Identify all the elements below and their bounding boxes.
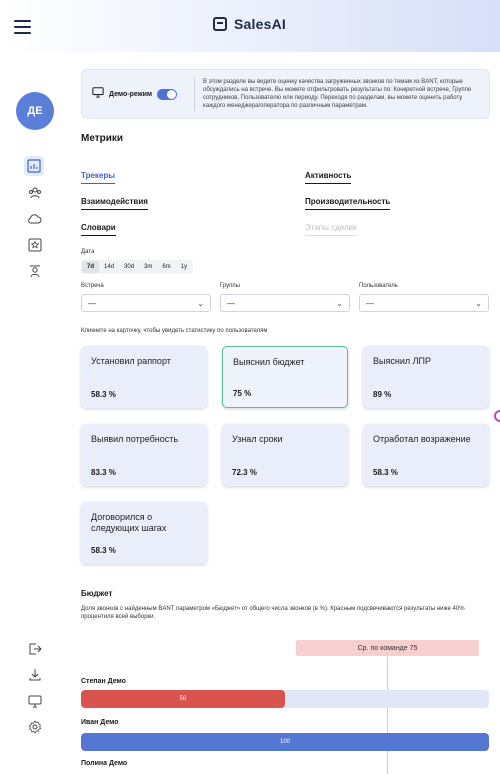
meeting-select-value: —	[88, 298, 96, 308]
card-title: Договорился о следующих шагах	[91, 512, 167, 533]
app: SalesAI ДЕ Демо-режим В этом разделе вы …	[0, 0, 500, 774]
sidebar-item-favorites[interactable]	[26, 236, 44, 254]
card-value: 83.3 %	[91, 468, 116, 477]
gear-icon	[28, 720, 42, 734]
metric-card-need[interactable]: Выявил потребность 83.3 %	[81, 424, 207, 486]
top-bar: SalesAI	[0, 0, 500, 52]
metric-card-rapport[interactable]: Установил раппорт 58.3 %	[81, 346, 207, 408]
tab-trackers[interactable]: Трекеры	[81, 171, 116, 184]
card-value: 58.3 %	[91, 390, 116, 399]
budget-description: Доля звонков с найденным BANT параметром…	[81, 606, 465, 620]
person-name: Степан Демо	[81, 678, 126, 685]
tab-dictionaries[interactable]: Словари	[81, 223, 116, 236]
date-chip-14d[interactable]: 14d	[99, 261, 119, 273]
person-name: Иван Демо	[81, 719, 119, 726]
card-value: 58.3 %	[373, 468, 398, 477]
tab-activity[interactable]: Активность	[305, 171, 352, 184]
card-title: Установил раппорт	[91, 356, 171, 366]
user-select[interactable]: — ⌄	[359, 294, 489, 312]
sidebar-item-profile[interactable]	[26, 262, 44, 280]
chevron-down-icon: ⌄	[475, 298, 482, 308]
date-chip-1y[interactable]: 1y	[176, 261, 192, 273]
budget-title: Бюджет	[81, 589, 113, 598]
sidebar-item-download[interactable]	[26, 666, 44, 684]
date-chip-7d[interactable]: 7d	[82, 261, 100, 273]
star-box-icon	[28, 238, 42, 252]
monitor-icon	[92, 85, 104, 103]
card-title: Узнал сроки	[232, 434, 283, 444]
download-icon	[29, 669, 41, 681]
person-name: Полина Демо	[81, 760, 128, 767]
avatar[interactable]: ДЕ	[16, 92, 54, 130]
sidebar-item-metrics[interactable]	[24, 156, 44, 176]
logo-text: SalesAI	[234, 16, 286, 32]
info-text: В этом разделе вы видите оценку качества…	[203, 79, 472, 109]
demo-mode-label: Демо-режим	[109, 90, 153, 98]
sidebar-item-settings[interactable]	[26, 718, 44, 736]
tab-deal-stages: Этапы сделки	[305, 223, 357, 236]
cards-hint: Кликните на карточку, чтобы увидеть стат…	[81, 328, 268, 334]
card-value: 89 %	[373, 390, 392, 399]
date-chip-6m[interactable]: 6m	[157, 261, 175, 273]
page-title: Метрики	[81, 133, 124, 144]
info-banner: Демо-режим В этом разделе вы видите оцен…	[81, 69, 490, 119]
chevron-down-icon: ⌄	[336, 298, 343, 308]
meeting-select[interactable]: — ⌄	[81, 294, 211, 312]
card-value: 72.3 %	[232, 468, 257, 477]
monitor-icon	[28, 695, 42, 708]
budget-bar: 100	[81, 733, 489, 751]
users-icon	[29, 187, 41, 199]
demo-mode-toggle[interactable]	[157, 88, 178, 100]
sidebar-item-team[interactable]	[26, 184, 44, 202]
groups-select[interactable]: — ⌄	[220, 294, 350, 312]
meeting-label: Встреча	[81, 283, 104, 289]
user-select-value: —	[366, 298, 374, 308]
metric-card-timeline[interactable]: Узнал сроки 72.3 %	[222, 424, 348, 486]
main-content: Демо-режим В этом разделе вы видите оцен…	[68, 52, 500, 774]
budget-bar: 50	[81, 690, 285, 708]
metric-card-objection[interactable]: Отработал возражение 58.3 %	[363, 424, 489, 486]
budget-bar-track[interactable]: 100	[81, 733, 489, 751]
hamburger-menu-icon[interactable]	[14, 20, 31, 34]
card-title: Выяснил ЛПР	[373, 356, 431, 366]
metric-card-decision-maker[interactable]: Выяснил ЛПР 89 %	[363, 346, 489, 408]
scroll-handle[interactable]	[494, 410, 500, 422]
groups-label: Группы	[220, 283, 240, 289]
sidebar: ДЕ	[0, 52, 68, 774]
person-icon	[30, 265, 40, 278]
user-label: Пользователь	[359, 283, 398, 289]
demo-mode-control: Демо-режим	[82, 70, 194, 118]
date-range-selector: 7d 14d 30d 3m 6m 1y	[81, 260, 194, 274]
date-chip-30d[interactable]: 30d	[119, 261, 139, 273]
date-chip-3m[interactable]: 3m	[139, 261, 157, 273]
logo-icon	[213, 17, 227, 31]
card-value: 75 %	[233, 389, 252, 398]
logo[interactable]: SalesAI	[213, 16, 286, 32]
tab-interactions[interactable]: Взаимодействия	[81, 197, 148, 210]
team-average-badge: Ср. по команде 75	[296, 640, 479, 656]
card-title: Отработал возражение	[373, 434, 471, 444]
chart-icon	[27, 159, 41, 173]
cloud-icon	[28, 214, 42, 224]
groups-select-value: —	[227, 298, 235, 308]
export-icon	[29, 643, 42, 655]
sidebar-item-display[interactable]	[26, 692, 44, 710]
sidebar-item-export[interactable]	[26, 640, 44, 658]
chevron-down-icon: ⌄	[197, 298, 204, 308]
metric-card-budget[interactable]: Выяснил бюджет 75 %	[222, 346, 348, 408]
card-title: Выяснил бюджет	[233, 357, 305, 367]
date-label: Дата	[81, 249, 95, 255]
team-average-line	[387, 656, 388, 774]
budget-bar-track[interactable]: 50	[81, 690, 489, 708]
sidebar-item-upload[interactable]	[26, 210, 44, 228]
card-value: 58.3 %	[91, 546, 116, 555]
tab-performance[interactable]: Производительность	[305, 197, 391, 210]
metric-card-next-steps[interactable]: Договорился о следующих шагах 58.3 %	[81, 502, 207, 564]
card-title: Выявил потребность	[91, 434, 179, 444]
